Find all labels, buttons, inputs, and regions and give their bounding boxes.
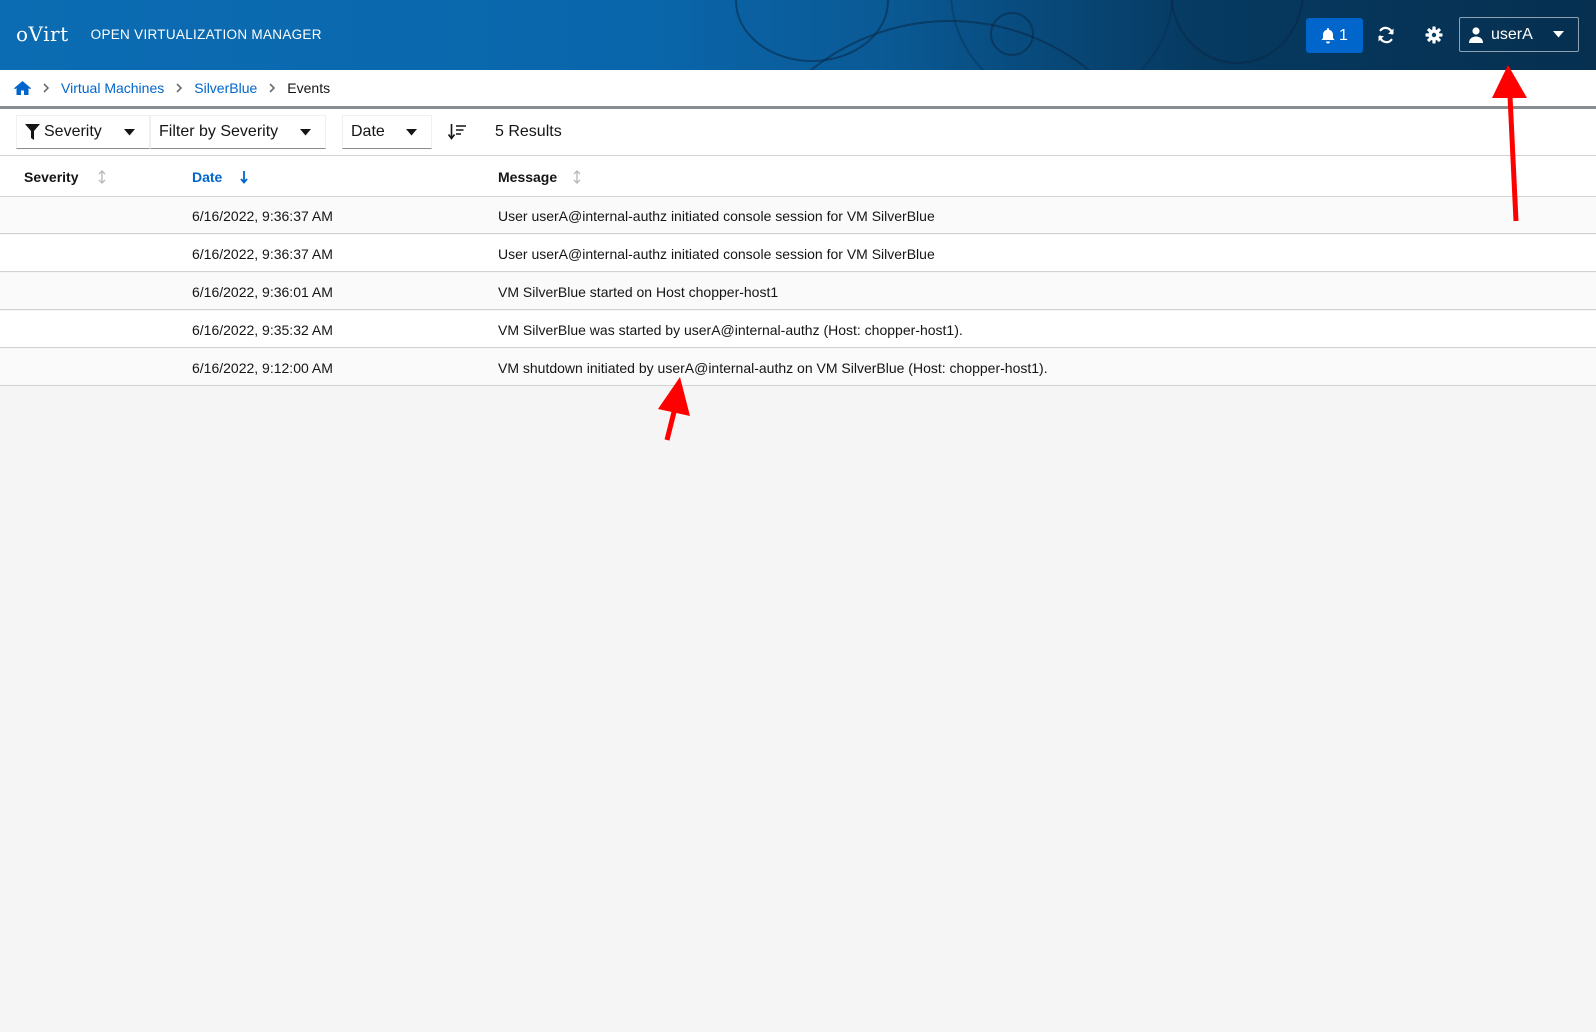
message-cell: VM shutdown initiated by userA@internal-…	[498, 360, 1048, 376]
caret-down-icon	[300, 128, 311, 136]
column-label: Date	[192, 169, 223, 185]
notification-count: 1	[1339, 26, 1348, 44]
breadcrumb-silverblue[interactable]: SilverBlue	[194, 80, 257, 96]
message-cell: User userA@internal-authz initiated cons…	[498, 208, 935, 224]
table-header: Severity Date Message	[0, 156, 1596, 197]
table-row: 6/16/2022, 9:36:01 AM VM SilverBlue star…	[0, 273, 1596, 310]
gear-icon	[1425, 26, 1443, 44]
caret-down-icon	[124, 128, 135, 136]
notifications-button[interactable]: 1	[1306, 18, 1363, 53]
table-row: 6/16/2022, 9:36:37 AM User userA@interna…	[0, 235, 1596, 272]
filter-attribute-value: Severity	[44, 123, 102, 140]
settings-button[interactable]	[1423, 24, 1445, 46]
chevron-right-icon	[43, 83, 49, 93]
caret-down-icon	[1553, 31, 1564, 38]
home-icon[interactable]	[14, 81, 31, 95]
date-cell: 6/16/2022, 9:12:00 AM	[192, 360, 333, 376]
sort-icon	[573, 170, 581, 184]
decorative-circle	[1170, 0, 1304, 64]
annotation-arrow-message	[658, 377, 690, 441]
sort-icon	[98, 170, 106, 184]
filter-icon	[25, 124, 40, 140]
ovirt-logo: oVirt	[16, 22, 69, 46]
table-row: 6/16/2022, 9:36:37 AM User userA@interna…	[0, 197, 1596, 234]
toolbar: Severity Filter by Severity Date 5 Resul…	[0, 109, 1596, 156]
filter-severity-select[interactable]: Filter by Severity	[150, 115, 326, 149]
breadcrumb: Virtual Machines SilverBlue Events	[0, 70, 1596, 109]
filter-severity-placeholder: Filter by Severity	[159, 123, 279, 140]
results-count: 5 Results	[495, 123, 562, 140]
decorative-circle	[950, 0, 1174, 70]
message-cell: VM SilverBlue was started by userA@inter…	[498, 322, 963, 338]
date-cell: 6/16/2022, 9:35:32 AM	[192, 322, 333, 338]
sort-field-select[interactable]: Date	[342, 115, 432, 149]
chevron-right-icon	[269, 83, 276, 93]
column-label: Message	[498, 169, 558, 185]
column-label: Severity	[24, 169, 79, 185]
sort-amount-down-icon	[448, 124, 466, 140]
refresh-button[interactable]	[1375, 24, 1397, 46]
table-row: 6/16/2022, 9:12:00 AM VM shutdown initia…	[0, 349, 1596, 386]
table-row: 6/16/2022, 9:35:32 AM VM SilverBlue was …	[0, 311, 1596, 348]
masthead: oVirt OPEN VIRTUALIZATION MANAGER 1 user…	[0, 0, 1596, 70]
product-name: OPEN VIRTUALIZATION MANAGER	[90, 26, 322, 42]
filter-attribute-select[interactable]: Severity	[16, 115, 150, 149]
refresh-icon	[1378, 26, 1394, 44]
user-menu-dropdown[interactable]: userA	[1459, 17, 1579, 52]
column-header-message[interactable]: Message	[498, 169, 581, 185]
user-icon	[1469, 26, 1483, 43]
message-cell: User userA@internal-authz initiated cons…	[498, 246, 935, 262]
user-name: userA	[1491, 25, 1533, 43]
breadcrumb-current: Events	[287, 80, 331, 96]
date-cell: 6/16/2022, 9:36:37 AM	[192, 208, 333, 224]
sort-field-value: Date	[351, 123, 385, 140]
column-header-severity[interactable]: Severity	[24, 169, 106, 185]
sort-direction-button[interactable]	[446, 121, 468, 143]
brand[interactable]: oVirt OPEN VIRTUALIZATION MANAGER	[16, 22, 322, 46]
date-cell: 6/16/2022, 9:36:37 AM	[192, 246, 333, 262]
bell-icon	[1321, 27, 1335, 43]
column-header-date[interactable]: Date	[192, 169, 249, 185]
sort-descending-icon	[240, 170, 249, 184]
caret-down-icon	[406, 128, 417, 136]
chevron-right-icon	[176, 83, 183, 93]
breadcrumb-virtual-machines[interactable]: Virtual Machines	[61, 80, 164, 96]
message-cell: VM SilverBlue started on Host chopper-ho…	[498, 284, 779, 300]
date-cell: 6/16/2022, 9:36:01 AM	[192, 284, 333, 300]
